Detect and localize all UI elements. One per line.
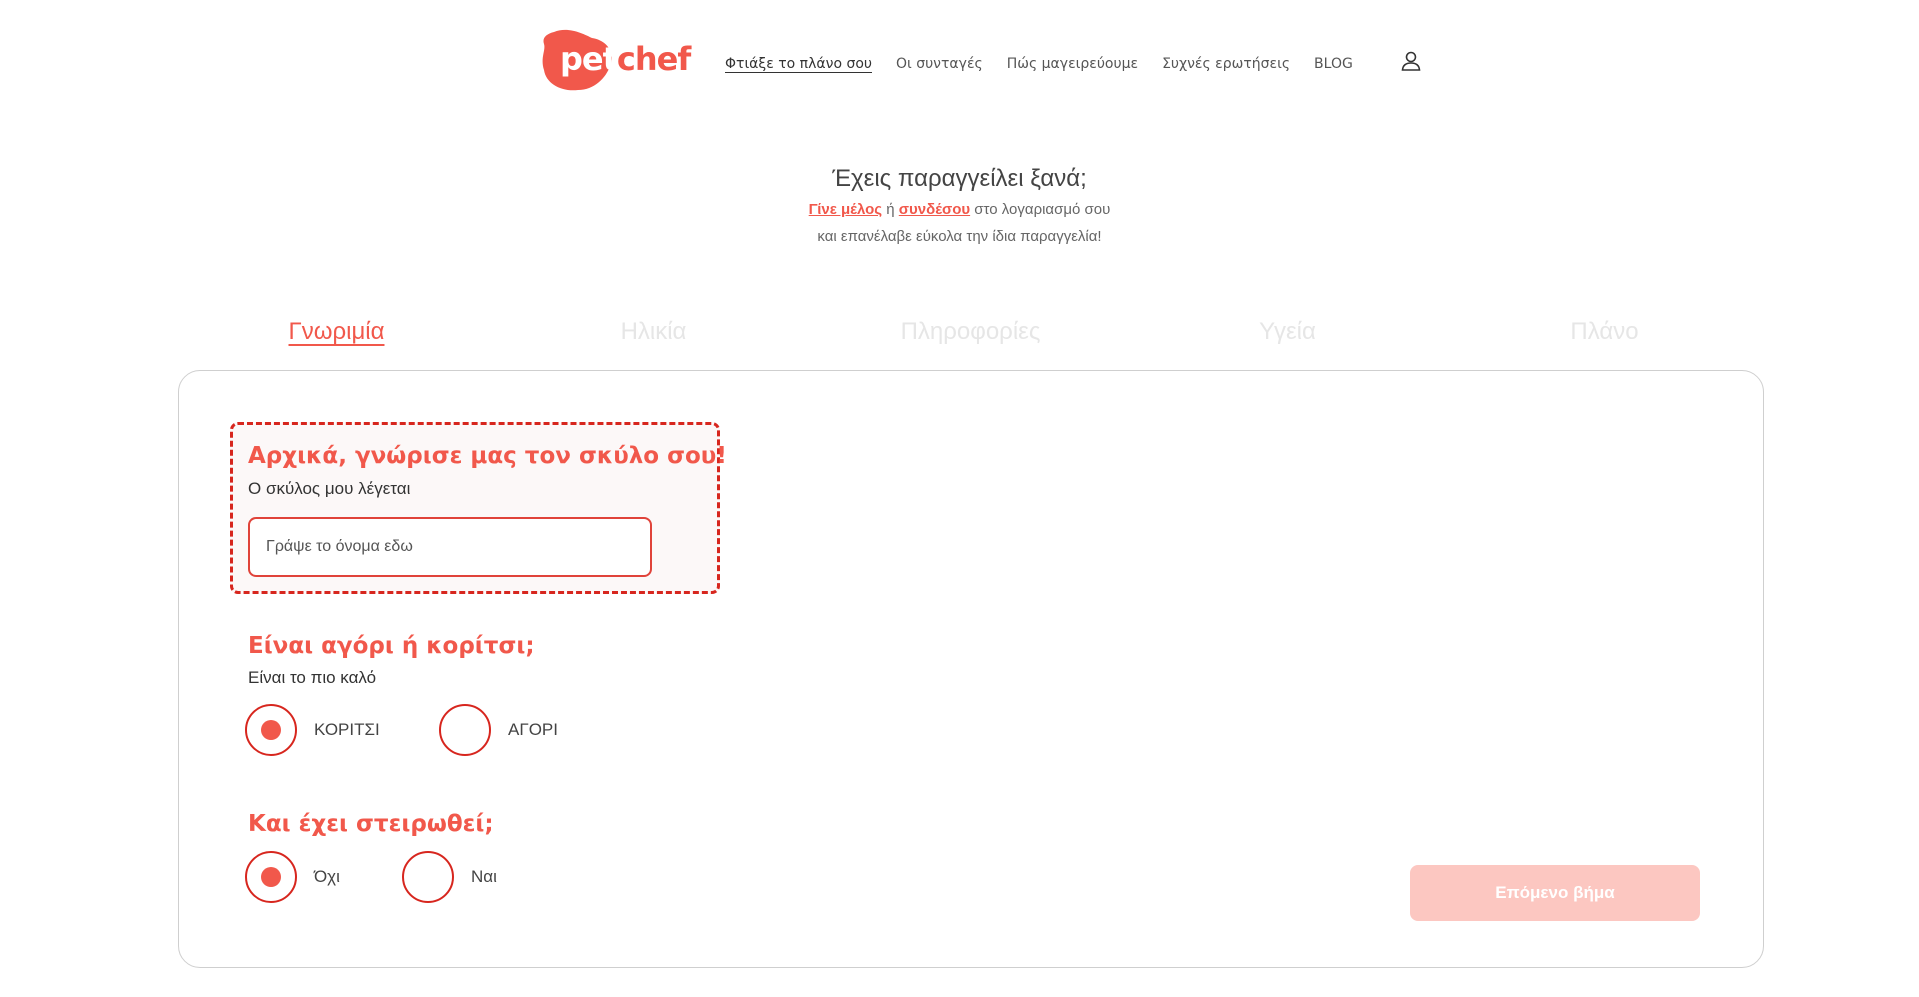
nav-item-recipes[interactable]: Οι συνταγές bbox=[896, 56, 983, 72]
progress-steps: Γνωριμία Ηλικία Πληροφορίες Υγεία Πλάνο bbox=[178, 318, 1763, 346]
account-text: στο λογαριασμό σου bbox=[974, 201, 1111, 218]
gender-title: Είναι αγόρι ή κορίτσι; bbox=[248, 633, 535, 659]
gender-radio-boy[interactable]: ΑΓΟΡΙ bbox=[439, 704, 558, 756]
nav-item-faq[interactable]: Συχνές ερωτήσεις bbox=[1162, 56, 1290, 72]
gender-option-label: ΚΟΡΙΤΣΙ bbox=[314, 720, 380, 739]
radio-ring[interactable] bbox=[402, 851, 454, 903]
step-info[interactable]: Πληροφορίες bbox=[812, 318, 1129, 346]
step-intro[interactable]: Γνωριμία bbox=[178, 318, 495, 346]
user-icon[interactable] bbox=[1399, 49, 1423, 73]
returning-line-2: και επανέλαβε εύκολα την ίδια παραγγελία… bbox=[817, 228, 1102, 245]
neuter-radio-yes[interactable]: Ναι bbox=[402, 851, 497, 903]
nav-item-how-we-cook[interactable]: Πώς μαγειρεύουμε bbox=[1007, 56, 1138, 72]
or-text: ή bbox=[886, 201, 895, 218]
logo-chef-text: chef bbox=[616, 40, 691, 78]
logo-pet-text: pet bbox=[560, 40, 618, 78]
radio-ring[interactable] bbox=[439, 704, 491, 756]
join-link[interactable]: Γίνε μέλος bbox=[809, 201, 882, 218]
nav-item-build-plan[interactable]: Φτιάξε το πλάνο σου bbox=[725, 56, 872, 72]
neuter-option-label: Όχι bbox=[314, 867, 340, 886]
site-header: petchef Φτιάξε το πλάνο σου Οι συνταγές … bbox=[0, 0, 1919, 110]
form-card: Αρχικά, γνώρισε μας τον σκύλο σου! Ο σκύ… bbox=[178, 370, 1764, 968]
radio-ring[interactable] bbox=[245, 851, 297, 903]
step-plan[interactable]: Πλάνο bbox=[1446, 318, 1763, 346]
next-step-button[interactable]: Επόμενο βήμα bbox=[1410, 865, 1700, 921]
neuter-radio-no[interactable]: Όχι bbox=[245, 851, 340, 903]
neuter-option-label: Ναι bbox=[471, 867, 497, 886]
returning-line-1: Γίνε μέλος ή συνδέσου στο λογαριασμό σου bbox=[0, 201, 1919, 218]
returning-customer-note: Έχεις παραγγείλει ξανά; Γίνε μέλος ή συν… bbox=[0, 165, 1919, 245]
dog-name-section: Αρχικά, γνώρισε μας τον σκύλο σου! Ο σκύ… bbox=[230, 422, 727, 594]
nav-item-blog[interactable]: BLOG bbox=[1314, 56, 1353, 72]
step-age[interactable]: Ηλικία bbox=[495, 318, 812, 346]
gender-subtitle: Είναι το πιο καλό bbox=[248, 668, 377, 687]
gender-radio-girl[interactable]: ΚΟΡΙΤΣΙ bbox=[245, 704, 380, 756]
main-nav: Φτιάξε το πλάνο σου Οι συνταγές Πώς μαγε… bbox=[725, 56, 1377, 72]
radio-ring[interactable] bbox=[245, 704, 297, 756]
petchef-logo[interactable]: petchef bbox=[540, 28, 691, 92]
name-label: Ο σκύλος μου λέγεται bbox=[248, 479, 411, 498]
radio-selected-dot bbox=[261, 720, 281, 740]
login-link[interactable]: συνδέσου bbox=[899, 201, 970, 218]
gender-option-label: ΑΓΟΡΙ bbox=[508, 720, 558, 739]
neuter-title: Και έχει στειρωθεί; bbox=[248, 811, 494, 837]
returning-question: Έχεις παραγγείλει ξανά; bbox=[832, 165, 1087, 192]
step-health[interactable]: Υγεία bbox=[1129, 318, 1446, 346]
radio-selected-dot bbox=[261, 867, 281, 887]
intro-title: Αρχικά, γνώρισε μας τον σκύλο σου! bbox=[248, 443, 727, 469]
dog-name-input[interactable] bbox=[248, 517, 652, 577]
